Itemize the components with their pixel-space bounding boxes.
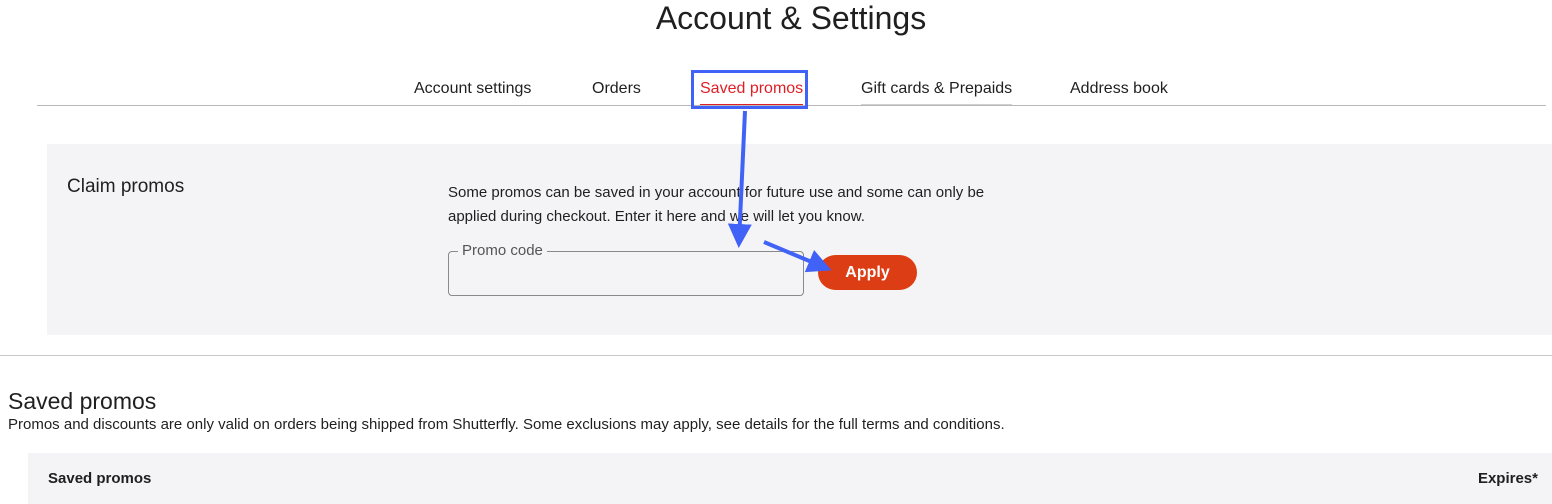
saved-promos-heading: Saved promos — [8, 388, 157, 414]
tab-account-settings[interactable]: Account settings — [414, 80, 531, 104]
promo-code-label: Promo code — [458, 242, 547, 260]
saved-promos-table-header: Saved promos Expires* — [28, 453, 1552, 504]
column-header-saved-promos: Saved promos — [48, 470, 152, 487]
tab-gift-cards-prepaids[interactable]: Gift cards & Prepaids — [861, 80, 1013, 106]
claim-promos-title: Claim promos — [67, 176, 185, 197]
tab-orders[interactable]: Orders — [592, 80, 641, 104]
saved-promos-note: Promos and discounts are only valid on o… — [8, 416, 1005, 433]
claim-promos-description: Some promos can be saved in your account… — [448, 184, 985, 225]
tab-highlight-box — [691, 70, 808, 109]
page-title: Account & Settings — [655, 0, 927, 36]
apply-button[interactable]: Apply — [818, 255, 917, 290]
tab-address-book[interactable]: Address book — [1070, 80, 1168, 104]
promo-code-field[interactable]: Promo code — [448, 242, 804, 296]
claim-promos-panel: Claim promos Some promos can be saved in… — [47, 144, 1552, 335]
section-divider — [0, 355, 1552, 356]
column-header-expires: Expires* — [1477, 470, 1538, 487]
promo-code-input[interactable] — [459, 266, 793, 292]
